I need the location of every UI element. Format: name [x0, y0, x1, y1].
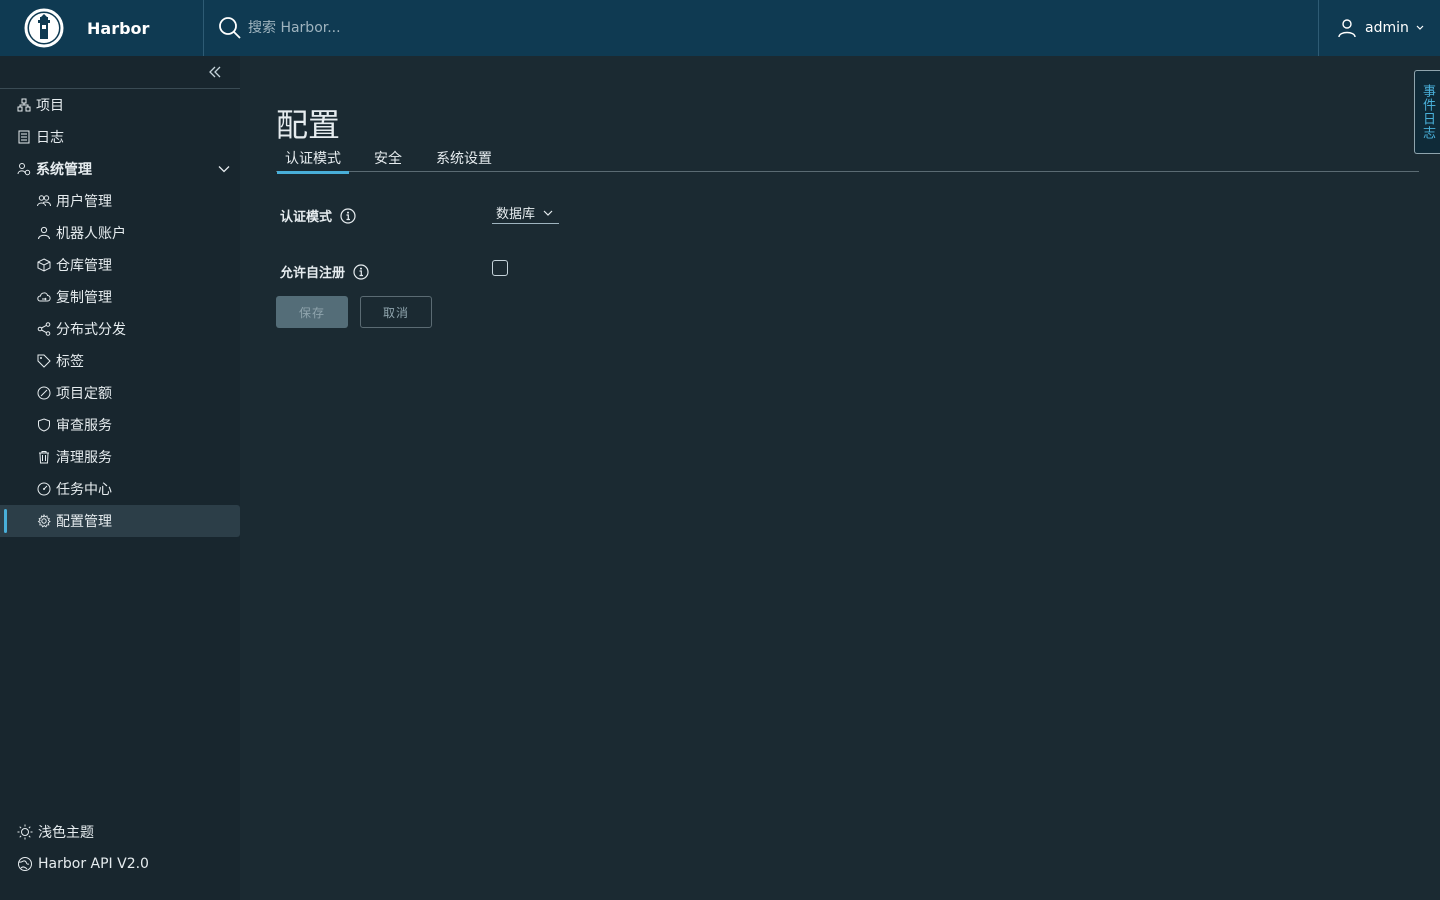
save-button[interactable]: 保存: [276, 296, 348, 328]
user-menu[interactable]: admin: [1318, 0, 1440, 56]
shield-icon: [38, 418, 50, 432]
info-icon[interactable]: [353, 263, 369, 280]
sidebar-item-label: 任务中心: [56, 482, 112, 498]
auth-mode-select[interactable]: 数据库: [492, 202, 559, 224]
sidebar-item-label: 分布式分发: [56, 322, 126, 338]
sidebar-item-label: 系统管理: [36, 162, 92, 178]
sidebar-collapse-row: [0, 56, 240, 89]
chevron-down-icon: [1416, 25, 1424, 30]
user-icon: [1338, 19, 1356, 38]
event-log-label: 事件日志: [1420, 84, 1435, 140]
sidebar-item-label: 项目: [36, 98, 64, 114]
self-registration-checkbox[interactable]: [492, 260, 508, 276]
dashboard-icon: [37, 482, 51, 496]
harbor-logo-icon: [24, 8, 64, 48]
sidebar-item-logs[interactable]: 日志: [0, 121, 240, 153]
global-search: [218, 0, 818, 56]
sidebar-item-label: 配置管理: [56, 514, 112, 530]
sidebar-item-label: 审查服务: [56, 418, 112, 434]
sidebar-item-administration[interactable]: 系统管理: [0, 153, 240, 185]
sidebar-item-label: 复制管理: [56, 290, 112, 306]
double-chevron-left-icon[interactable]: [208, 65, 222, 79]
main-content: 配置 认证模式 安全 系统设置 认证模式 数据库 允许自注册 保存 取消: [240, 56, 1440, 900]
sidebar-item-quotas[interactable]: 项目定额: [0, 377, 240, 409]
api-icon: [18, 857, 32, 871]
top-header: Harbor admin: [0, 0, 1440, 56]
self-registration-label-text: 允许自注册: [280, 266, 346, 281]
brand[interactable]: Harbor: [0, 0, 204, 56]
robot-icon: [38, 226, 50, 240]
sidebar-item-interrogation[interactable]: 审查服务: [0, 409, 240, 441]
registry-icon: [37, 258, 51, 272]
sidebar-item-label: 项目定额: [56, 386, 112, 402]
self-registration-label: 允许自注册: [280, 262, 369, 281]
share-icon: [37, 322, 51, 336]
sidebar-item-registries[interactable]: 仓库管理: [0, 249, 240, 281]
project-icon: [17, 98, 31, 112]
user-name: admin: [1365, 20, 1409, 36]
sidebar-item-job-service[interactable]: 任务中心: [0, 473, 240, 505]
sun-icon: [17, 824, 33, 840]
auth-mode-label-text: 认证模式: [280, 210, 333, 225]
sidebar-item-label: 日志: [36, 130, 64, 146]
tag-icon: [37, 354, 51, 368]
sidebar-item-configuration[interactable]: 配置管理: [0, 505, 240, 537]
log-icon: [18, 130, 30, 144]
chevron-down-icon: [218, 166, 230, 173]
replication-icon: [37, 292, 51, 302]
quota-icon: [37, 386, 51, 400]
api-link[interactable]: Harbor API V2.0: [0, 848, 240, 880]
sidebar-item-label: 清理服务: [56, 450, 112, 466]
sidebar: 项目 日志 系统管理 用户管理 机器人账户 仓库管理 复制管理 分布式分发 标签…: [0, 56, 240, 900]
sidebar-item-label: 仓库管理: [56, 258, 112, 274]
theme-toggle[interactable]: 浅色主题: [0, 816, 240, 848]
info-icon[interactable]: [340, 207, 356, 224]
sidebar-item-replications[interactable]: 复制管理: [0, 281, 240, 313]
sidebar-item-projects[interactable]: 项目: [0, 89, 240, 121]
sidebar-item-robot-accounts[interactable]: 机器人账户: [0, 217, 240, 249]
sidebar-item-users[interactable]: 用户管理: [0, 185, 240, 217]
auth-mode-value: 数据库: [496, 207, 536, 222]
search-icon: [219, 17, 241, 39]
tab-auth-mode[interactable]: 认证模式: [277, 148, 349, 174]
gear-icon: [37, 514, 51, 528]
cancel-button[interactable]: 取消: [360, 296, 432, 328]
sidebar-item-label: 用户管理: [56, 194, 112, 210]
users-icon: [37, 195, 51, 207]
config-tabs: 认证模式 安全 系统设置: [276, 146, 1419, 174]
admin-icon: [17, 163, 31, 176]
search-input[interactable]: [248, 20, 648, 36]
tab-system-settings[interactable]: 系统设置: [428, 148, 500, 172]
page-title: 配置: [276, 106, 341, 144]
sidebar-item-label: 标签: [56, 354, 84, 370]
auth-mode-label: 认证模式: [280, 206, 356, 225]
sidebar-item-clean-up[interactable]: 清理服务: [0, 441, 240, 473]
trash-icon: [39, 451, 49, 464]
theme-toggle-label: 浅色主题: [38, 825, 94, 841]
sidebar-item-distribution[interactable]: 分布式分发: [0, 313, 240, 345]
sidebar-item-label: 机器人账户: [56, 226, 126, 242]
sidebar-item-labels[interactable]: 标签: [0, 345, 240, 377]
tab-security[interactable]: 安全: [366, 148, 410, 172]
brand-name: Harbor: [87, 18, 150, 38]
api-link-label: Harbor API V2.0: [38, 856, 149, 872]
event-log-tab[interactable]: 事件日志: [1414, 70, 1440, 154]
chevron-down-icon: [543, 210, 553, 216]
